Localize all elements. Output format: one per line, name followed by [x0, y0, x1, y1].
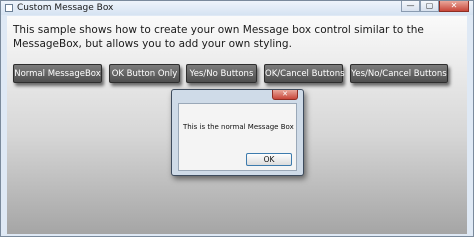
dialog-message: This is the normal Message Box [183, 123, 294, 131]
ok-button[interactable]: OK [246, 153, 292, 166]
description-text: This sample shows how to create your own… [13, 24, 424, 50]
dialog-body: This is the normal Message Box OK [178, 103, 297, 171]
maximize-icon[interactable]: ▢ [420, 1, 439, 12]
yes-no-cancel-buttons-button[interactable]: Yes/No/Cancel Buttons [350, 64, 448, 83]
window-title: Custom Message Box [17, 3, 114, 13]
close-icon[interactable]: ✕ [272, 90, 298, 100]
ok-button-only-button[interactable]: OK Button Only [109, 64, 180, 83]
title-bar[interactable]: Custom Message Box — ▢ ✕ [1, 1, 473, 15]
window-icon [5, 4, 13, 12]
close-icon[interactable]: ✕ [439, 1, 469, 12]
message-box-dialog: ✕ This is the normal Message Box OK [171, 89, 304, 176]
normal-messagebox-button[interactable]: Normal MessageBox [13, 64, 102, 83]
caption-buttons: — ▢ ✕ [401, 1, 469, 12]
minimize-icon[interactable]: — [401, 1, 420, 12]
ok-cancel-buttons-button[interactable]: OK/Cancel Buttons [264, 64, 345, 83]
app-window: Custom Message Box — ▢ ✕ This sample sho… [0, 0, 474, 237]
yes-no-buttons-button[interactable]: Yes/No Buttons [186, 64, 257, 83]
